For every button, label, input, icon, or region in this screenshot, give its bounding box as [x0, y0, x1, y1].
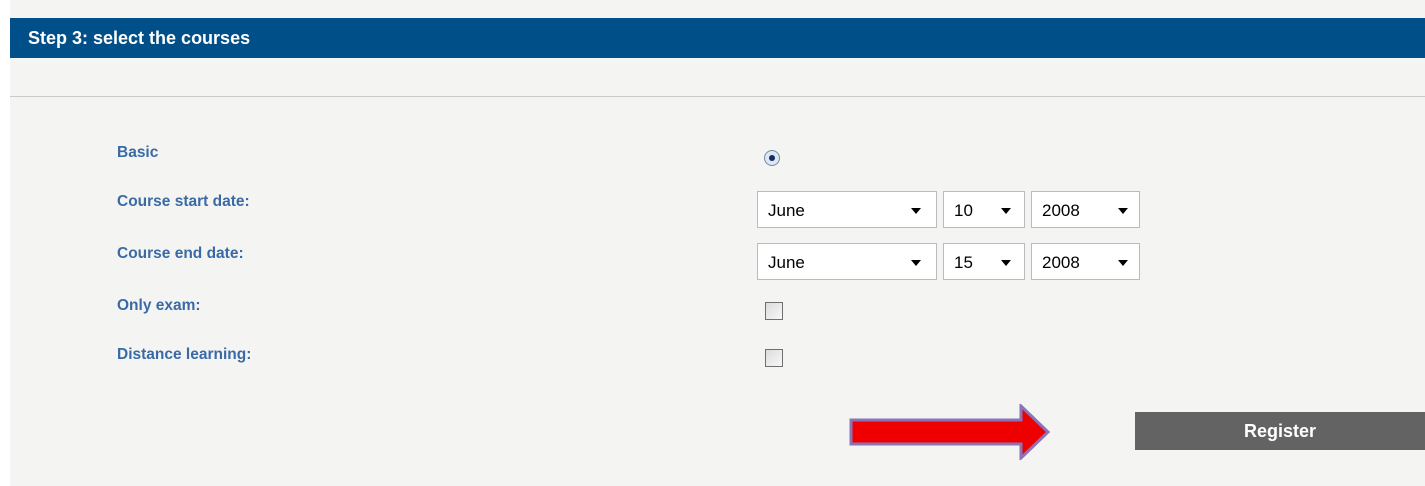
chevron-down-icon [911, 260, 921, 266]
chevron-down-icon [1001, 208, 1011, 214]
start-day-value: 10 [954, 201, 973, 220]
section-header: Step 3: select the courses [10, 18, 1425, 58]
end-year-value: 2008 [1042, 253, 1080, 272]
only-exam-label: Only exam: [117, 297, 201, 314]
start-month-value: June [768, 201, 805, 220]
only-exam-checkbox[interactable] [765, 302, 783, 320]
radio-selected-dot [769, 155, 775, 161]
divider [10, 96, 1425, 97]
distance-learning-label: Distance learning: [117, 346, 252, 363]
basic-label: Basic [117, 144, 159, 161]
end-month-select[interactable]: June [757, 243, 937, 280]
course-start-date-label: Course start date: [117, 193, 250, 210]
section-title: Step 3: select the courses [28, 28, 251, 48]
start-year-value: 2008 [1042, 201, 1080, 220]
chevron-down-icon [1118, 260, 1128, 266]
red-arrow-icon [846, 402, 1051, 462]
end-month-value: June [768, 253, 805, 272]
start-year-select[interactable]: 2008 [1031, 191, 1140, 228]
chevron-down-icon [911, 208, 921, 214]
basic-radio[interactable] [764, 150, 780, 166]
distance-learning-checkbox[interactable] [765, 349, 783, 367]
end-day-value: 15 [954, 253, 973, 272]
end-day-select[interactable]: 15 [943, 243, 1025, 280]
course-end-date-label: Course end date: [117, 245, 244, 262]
start-day-select[interactable]: 10 [943, 191, 1025, 228]
end-year-select[interactable]: 2008 [1031, 243, 1140, 280]
register-button[interactable]: Register [1135, 412, 1425, 450]
start-month-select[interactable]: June [757, 191, 937, 228]
chevron-down-icon [1118, 208, 1128, 214]
chevron-down-icon [1001, 260, 1011, 266]
